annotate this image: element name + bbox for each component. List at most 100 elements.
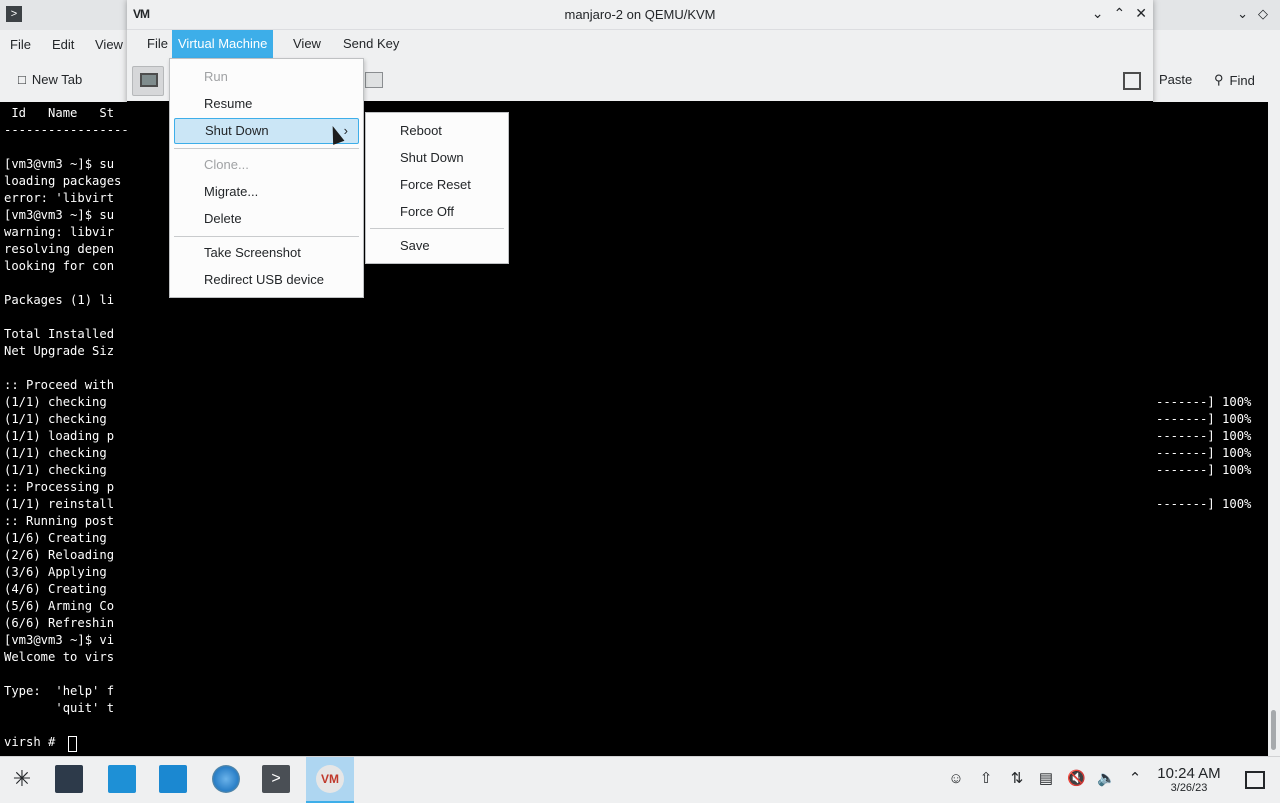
vm-titlebar[interactable]: VM manjaro-2 on QEMU/KVM ⌄ ⌃ ✕ <box>127 0 1153 30</box>
scrollbar-thumb[interactable] <box>1271 710 1276 750</box>
vm-menubar: File Virtual Machine View Send Key <box>127 30 1153 58</box>
terminal-line: Type: 'help' f <box>4 684 115 698</box>
terminal-line: virsh # <box>4 735 63 749</box>
show-desktop-icon[interactable] <box>1245 771 1265 789</box>
clock-time[interactable]: 10:24 AM <box>1154 765 1224 782</box>
terminal-line: Total Installed <box>4 327 115 341</box>
terminal-line: (1/1) reinstall <box>4 497 115 511</box>
virt-manager-task[interactable]: VM <box>306 757 354 803</box>
terminal-line: [vm3@vm3 ~]$ vi <box>4 633 115 647</box>
find-label: Find <box>1229 72 1255 88</box>
menu-item-take-screenshot[interactable]: Take Screenshot <box>174 240 359 266</box>
taskbar: ✳ > VM ☺ ⇧ ⇅ ▤ 🔇 🔈 ⌃ 10:24 AM 3/26/23 <box>0 756 1280 803</box>
virt-manager-icon: VM <box>316 765 344 793</box>
terminal-line: (1/1) checking <box>4 463 107 477</box>
menu-item-delete[interactable]: Delete <box>174 206 359 232</box>
terminal-line: (1/1) checking <box>4 446 107 460</box>
terminal-app-icon: > <box>6 6 22 22</box>
maximize-icon[interactable]: ⌃ <box>1114 5 1126 22</box>
menu-separator <box>370 228 504 229</box>
user-icon[interactable]: ☺ <box>947 770 965 788</box>
new-tab-icon: □ <box>18 72 26 87</box>
paste-button[interactable]: Paste <box>1159 72 1192 87</box>
menu-separator <box>174 148 359 149</box>
progress-line: -------] 100% <box>1156 463 1252 477</box>
menu-separator <box>174 236 359 237</box>
konsole-menu-view[interactable]: View <box>95 37 123 52</box>
minimize-icon[interactable]: ⌄ <box>1237 6 1248 22</box>
menu-item-run[interactable]: Run <box>174 64 359 90</box>
updates-icon[interactable]: ⇧ <box>977 770 995 788</box>
terminal-line: :: Running post <box>4 514 115 528</box>
konsole-menu-edit[interactable]: Edit <box>52 37 74 52</box>
menu-item-migrate[interactable]: Migrate... <box>174 179 359 205</box>
virtual-machine-menu: Run Resume Shut Down › Clone... Migrate.… <box>169 58 364 298</box>
menu-file[interactable]: File <box>141 30 174 58</box>
terminal-line: (1/6) Creating <box>4 531 107 545</box>
menu-view[interactable]: View <box>287 30 327 58</box>
terminal-line: (1/1) checking <box>4 412 107 426</box>
terminal-line: loading packages <box>4 174 122 188</box>
chevron-right-icon: › <box>343 123 348 138</box>
clipboard-icon[interactable]: ▤ <box>1037 770 1055 788</box>
new-tab-label: New Tab <box>31 72 83 87</box>
shut-down-submenu: Reboot Shut Down Force Reset Force Off S… <box>365 112 509 264</box>
submenu-item-save[interactable]: Save <box>370 233 504 259</box>
menu-virtual-machine[interactable]: Virtual Machine <box>172 30 274 58</box>
terminal-line: (4/6) Creating <box>4 582 107 596</box>
terminal-line: (1/1) loading p <box>4 429 115 443</box>
terminal-line: (1/1) checking <box>4 395 107 409</box>
menu-send-key[interactable]: Send Key <box>337 30 405 58</box>
terminal-line: error: 'libvirt <box>4 191 115 205</box>
file-manager-icon[interactable] <box>159 765 187 793</box>
terminal-cursor <box>68 736 77 752</box>
terminal-line: (6/6) Refreshin <box>4 616 115 630</box>
terminal-line: (5/6) Arming Co <box>4 599 115 613</box>
console-view-icon[interactable] <box>132 66 164 96</box>
terminal-line: 'quit' t <box>4 701 115 715</box>
network-icon[interactable]: ⇅ <box>1008 770 1026 788</box>
terminal-line: ------------------- <box>4 123 144 137</box>
progress-line: -------] 100% <box>1156 497 1252 511</box>
terminal-line: :: Processing p <box>4 480 115 494</box>
menu-item-resume[interactable]: Resume <box>174 91 359 117</box>
terminal-line: looking for con <box>4 259 115 273</box>
submenu-item-force-off[interactable]: Force Off <box>370 199 504 225</box>
terminal-line: Id Name St <box>4 106 115 120</box>
progress-line: -------] 100% <box>1156 412 1252 426</box>
close-icon[interactable]: ✕ <box>1135 5 1147 22</box>
terminal-line: resolving depen <box>4 242 115 256</box>
snapshot-icon[interactable] <box>365 72 383 88</box>
terminal-line: Packages (1) li <box>4 293 115 307</box>
menu-item-redirect-usb[interactable]: Redirect USB device <box>174 267 359 293</box>
menu-item-shut-down-label: Shut Down <box>205 123 269 138</box>
fullscreen-icon[interactable] <box>1123 72 1141 90</box>
web-browser-icon[interactable] <box>212 765 240 793</box>
terminal-line: warning: libvir <box>4 225 115 239</box>
clock-date[interactable]: 3/26/23 <box>1154 782 1224 794</box>
submenu-item-force-reset[interactable]: Force Reset <box>370 172 504 198</box>
system-settings-icon[interactable] <box>55 765 83 793</box>
terminal-icon[interactable]: > <box>262 765 290 793</box>
terminal-line: (2/6) Reloading <box>4 548 115 562</box>
volume-icon[interactable]: 🔈 <box>1097 770 1116 788</box>
maximize-icon[interactable]: ◇ <box>1258 6 1268 22</box>
menu-item-clone[interactable]: Clone... <box>174 152 359 178</box>
muted-icon[interactable]: 🔇 <box>1067 770 1086 788</box>
software-store-icon[interactable] <box>108 765 136 793</box>
find-button[interactable]: ⚲ Find <box>1214 72 1255 88</box>
terminal-scrollbar[interactable] <box>1268 102 1280 756</box>
progress-line: -------] 100% <box>1156 429 1252 443</box>
terminal-line: (3/6) Applying <box>4 565 107 579</box>
paste-label: Paste <box>1159 72 1193 87</box>
submenu-item-reboot[interactable]: Reboot <box>370 118 504 144</box>
new-tab-button[interactable]: □ New Tab <box>18 72 82 87</box>
progress-line: -------] 100% <box>1156 395 1252 409</box>
minimize-icon[interactable]: ⌄ <box>1092 5 1104 22</box>
submenu-item-shut-down[interactable]: Shut Down <box>370 145 504 171</box>
terminal-line: Net Upgrade Siz <box>4 344 115 358</box>
tray-expand-icon[interactable]: ⌃ <box>1126 770 1144 788</box>
app-launcher-icon[interactable]: ✳ <box>8 765 36 793</box>
terminal-line: Welcome to virs <box>4 650 115 664</box>
konsole-menu-file[interactable]: File <box>10 37 31 52</box>
